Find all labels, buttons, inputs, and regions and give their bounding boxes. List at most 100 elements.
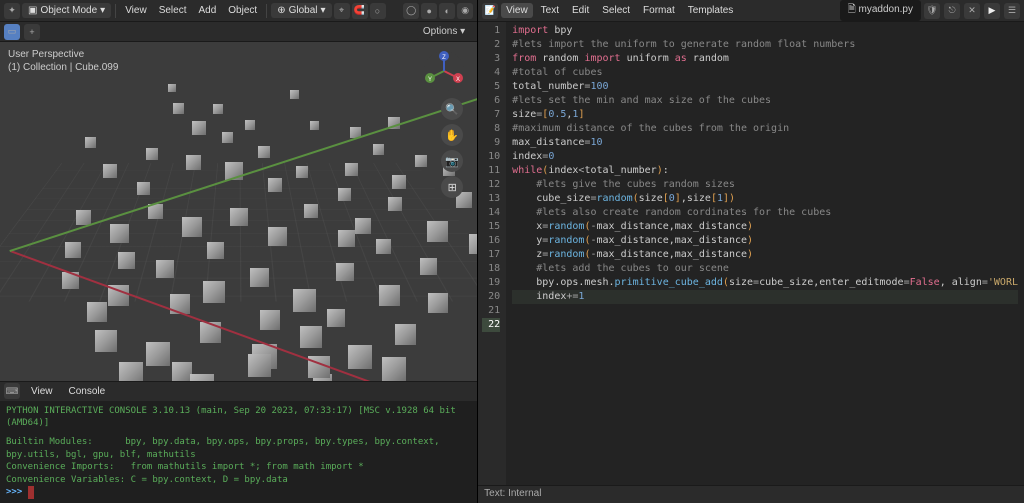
scene-cube xyxy=(296,166,308,178)
scene-cube xyxy=(230,208,248,226)
scene-cube xyxy=(327,309,345,327)
grid-icon[interactable]: ⊞ xyxy=(441,176,463,198)
console-editor-type-icon[interactable]: ⌨ xyxy=(4,383,20,399)
editor-menu-edit[interactable]: Edit xyxy=(567,3,594,18)
editor-menu-select[interactable]: Select xyxy=(597,3,635,18)
chevron-down-icon: ▾ xyxy=(100,5,105,16)
viewport-overlay-text: User Perspective (1) Collection | Cube.0… xyxy=(8,48,118,74)
viewport-options[interactable]: Options ▾ xyxy=(415,24,473,39)
scene-cube xyxy=(258,146,270,158)
shading-solid-icon[interactable]: ● xyxy=(421,3,437,19)
script-name-field[interactable]: 🗎 myaddon.py xyxy=(840,0,921,21)
scene-cube xyxy=(469,234,477,254)
pan-icon[interactable]: ✋ xyxy=(441,124,463,146)
console-prompt-line[interactable]: >>> xyxy=(6,486,471,499)
menu-select[interactable]: Select xyxy=(154,3,192,18)
scene-cube xyxy=(173,103,184,114)
scene-cube xyxy=(103,164,117,178)
text-editor-type-icon[interactable]: 📝 xyxy=(482,3,498,19)
scene-cube xyxy=(395,324,416,345)
menu-view[interactable]: View xyxy=(120,3,152,18)
close-icon[interactable]: ✕ xyxy=(964,3,980,19)
scene-cube xyxy=(146,148,158,160)
magnet-icon[interactable]: 🧲 xyxy=(352,3,368,19)
scene-cube xyxy=(293,289,316,312)
scene-cube xyxy=(146,342,170,366)
console-menu-console[interactable]: Console xyxy=(64,384,111,399)
mode-selector[interactable]: ▣ Object Mode ▾ xyxy=(22,3,111,18)
console-menu-view[interactable]: View xyxy=(26,384,58,399)
svg-text:X: X xyxy=(456,77,460,83)
scene-cube xyxy=(156,260,174,278)
scene-cube xyxy=(373,144,384,155)
scene-cube xyxy=(137,182,150,195)
shield-icon[interactable]: 🛡 xyxy=(924,3,940,19)
sidebar-toggle-icon[interactable]: ☰ xyxy=(1004,3,1020,19)
orientation-gizmo[interactable]: X Y Z xyxy=(423,50,465,92)
editor-type-icon[interactable]: ✦ xyxy=(4,3,20,19)
console-conv-vars: Convenience Variables: C = bpy.context, … xyxy=(6,474,471,487)
scene-cube xyxy=(338,188,351,201)
shading-render-icon[interactable]: ◉ xyxy=(457,3,473,19)
scene-cube xyxy=(207,242,224,259)
scene-cube xyxy=(87,302,107,322)
scene-cube xyxy=(250,268,269,287)
scene-cube xyxy=(304,204,318,218)
zoom-icon[interactable]: 🔍 xyxy=(441,98,463,120)
scene-cube xyxy=(345,163,358,176)
scene-cube xyxy=(415,155,427,167)
globe-icon: ⊕ xyxy=(277,5,285,16)
console-banner: PYTHON INTERACTIVE CONSOLE 3.10.13 (main… xyxy=(6,405,471,430)
scene-cube xyxy=(336,263,354,281)
scene-cube xyxy=(268,178,282,192)
scene-cube xyxy=(110,224,129,243)
scene-cube xyxy=(290,90,299,99)
proportional-icon[interactable]: ○ xyxy=(370,3,386,19)
scene-cube xyxy=(168,84,176,92)
scene-cube xyxy=(172,362,192,381)
scene-cube xyxy=(388,197,402,211)
scene-cube xyxy=(379,285,400,306)
select-tool-icon[interactable]: ▭ xyxy=(4,24,20,40)
scene-cube xyxy=(338,230,355,247)
console-builtins: Builtin Modules: bpy, bpy.data, bpy.ops,… xyxy=(6,436,471,461)
scene-cube xyxy=(76,210,91,225)
code-editor[interactable]: 12345678910111213141516171819202122 impo… xyxy=(478,22,1024,485)
scene-cube xyxy=(192,121,206,135)
viewport-scene xyxy=(0,42,477,381)
shading-material-icon[interactable]: ◐ xyxy=(439,3,455,19)
cursor-tool-icon[interactable]: + xyxy=(24,24,40,40)
camera-icon[interactable]: 📷 xyxy=(441,150,463,172)
scene-cube xyxy=(348,345,372,369)
scene-cube xyxy=(382,357,406,381)
scene-cube xyxy=(310,121,319,130)
orientation-selector[interactable]: ⊕ Global ▾ xyxy=(271,3,331,18)
unlink-icon[interactable]: ⎋ xyxy=(944,3,960,19)
viewport-3d[interactable]: User Perspective (1) Collection | Cube.0… xyxy=(0,42,477,381)
menu-add[interactable]: Add xyxy=(193,3,221,18)
shading-wire-icon[interactable]: ◯ xyxy=(403,3,419,19)
scene-cube xyxy=(85,137,96,148)
editor-menu-text[interactable]: Text xyxy=(536,3,564,18)
scene-cube xyxy=(428,293,448,313)
svg-text:Z: Z xyxy=(442,55,446,61)
menu-object[interactable]: Object xyxy=(223,3,262,18)
scene-cube xyxy=(203,281,225,303)
line-gutter: 12345678910111213141516171819202122 xyxy=(478,22,506,485)
scene-cube xyxy=(95,330,117,352)
scene-cube xyxy=(268,227,287,246)
scene-cube xyxy=(376,239,391,254)
code-content[interactable]: import bpy#lets import the uniform to ge… xyxy=(506,22,1024,485)
run-script-button[interactable]: ▶ xyxy=(984,3,1000,19)
console-conv-imports: Convenience Imports: from mathutils impo… xyxy=(6,461,471,474)
viewport-toolbar: ✦ ▣ Object Mode ▾ View Select Add Object… xyxy=(0,0,477,22)
editor-menu-format[interactable]: Format xyxy=(638,3,680,18)
editor-menu-templates[interactable]: Templates xyxy=(683,3,739,18)
viewport-toolbar-2: ▭ + Options ▾ xyxy=(0,22,477,42)
snap-icon[interactable]: ⌖ xyxy=(334,3,350,19)
editor-menu-view[interactable]: View xyxy=(501,3,533,18)
python-console[interactable]: PYTHON INTERACTIVE CONSOLE 3.10.13 (main… xyxy=(0,401,477,503)
svg-text:Y: Y xyxy=(428,77,432,83)
text-editor-footer: Text: Internal xyxy=(478,485,1024,503)
scene-cube xyxy=(190,374,214,381)
